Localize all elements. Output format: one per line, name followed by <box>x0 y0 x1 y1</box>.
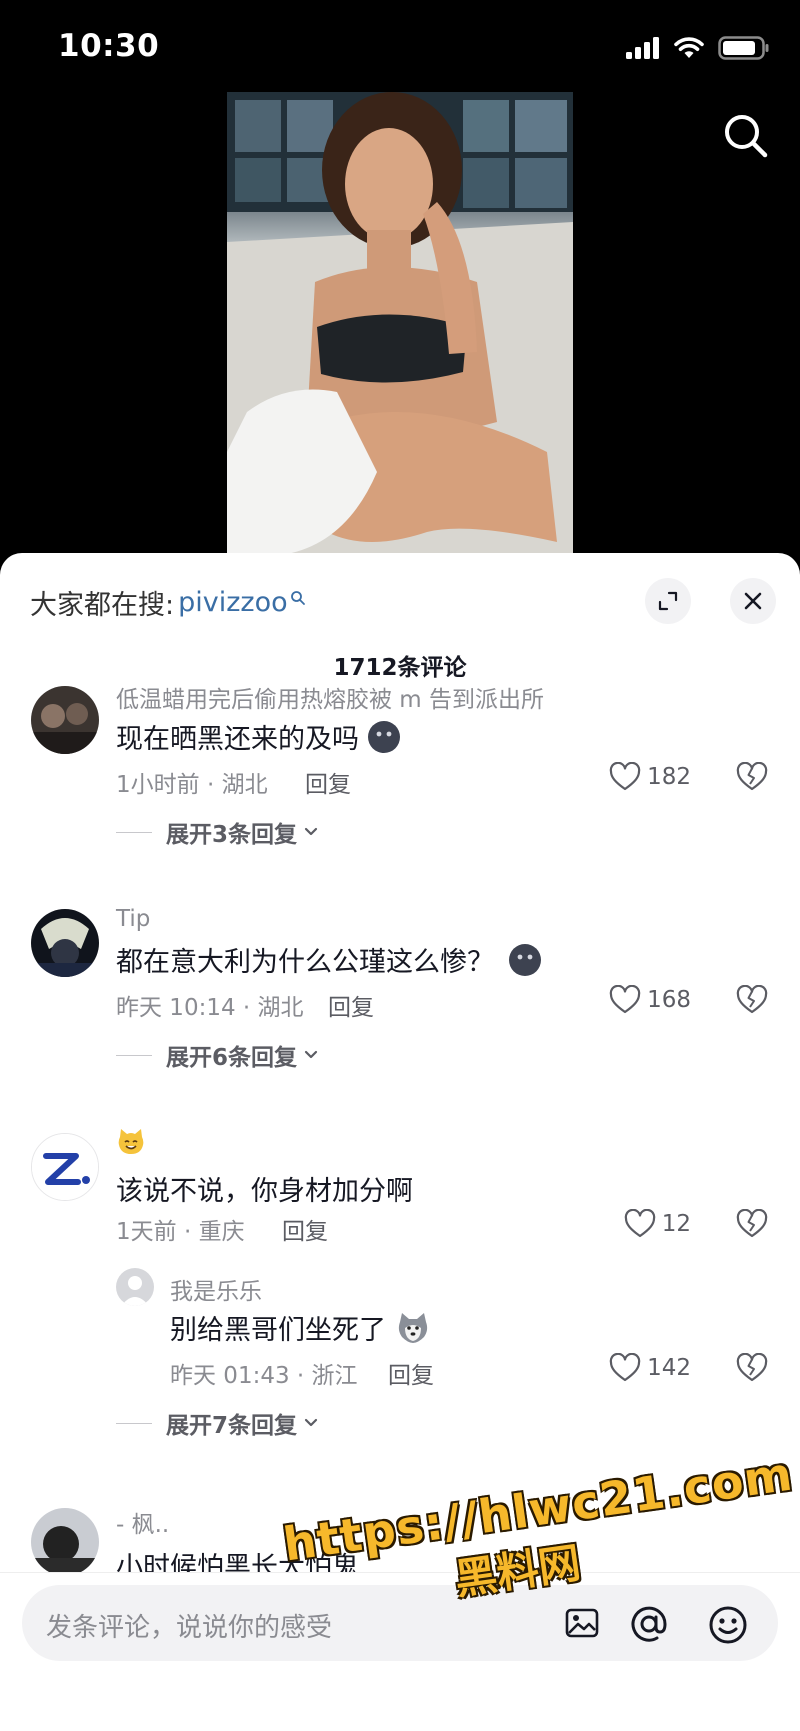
comment-text: 该说不说，你身材加分啊 <box>116 1176 413 1207</box>
dislike-button[interactable] <box>736 761 768 796</box>
heart-icon <box>609 1353 641 1382</box>
close-icon <box>744 592 762 610</box>
reply-text: 别给黑哥们坐死了 <box>170 1308 430 1347</box>
avatar-image <box>31 1508 99 1576</box>
comment-username[interactable]: 😸 <box>116 1127 146 1163</box>
comment-sheet: 大家都在搜: pivizzoo 1712条评论 低温蜡用完后偷用热熔胶被 m 告… <box>0 553 800 1731</box>
dark-face-emoji-icon <box>509 943 541 976</box>
like-count: 12 <box>661 1211 691 1237</box>
dark-face-emoji-icon <box>368 720 400 753</box>
comment-count: 1712条评论 <box>333 655 467 681</box>
expand-replies-label: 展开7条回复 <box>166 1413 298 1439</box>
reply-username[interactable]: 我是乐乐 <box>170 1272 262 1306</box>
at-icon[interactable] <box>630 1605 668 1643</box>
battery-icon <box>718 36 769 60</box>
hot-search[interactable]: 大家都在搜: pivizzoo <box>30 583 306 622</box>
comment-text: 现在晒黑还来的及吗 <box>116 717 401 756</box>
divider-line <box>116 1054 152 1056</box>
smiley-icon[interactable] <box>708 1605 748 1645</box>
signal-icon <box>626 37 659 59</box>
expand-replies-label: 展开3条回复 <box>166 822 298 848</box>
like-button[interactable]: 12 <box>624 1209 691 1239</box>
reply-meta: 昨天 01:43 · 浙江 <box>170 1363 358 1389</box>
comment-username[interactable]: Tip <box>116 906 150 932</box>
reply-text-content: 别给黑哥们坐死了 <box>170 1315 386 1346</box>
comment-username[interactable]: - 枫.. <box>116 1505 169 1539</box>
broken-heart-icon <box>736 984 768 1014</box>
broken-heart-icon <box>736 1352 768 1382</box>
comment-text-content: 现在晒黑还来的及吗 <box>116 724 359 755</box>
cat-face-emoji-icon <box>118 1129 144 1154</box>
avatar-image <box>31 909 99 977</box>
expand-replies-button[interactable]: 展开3条回复 <box>116 815 319 849</box>
comment-meta: 1天前 · 重庆 <box>116 1219 245 1245</box>
wifi-icon <box>674 37 704 58</box>
comment-list[interactable]: 低温蜡用完后偷用热熔胶被 m 告到派出所 现在晒黑还来的及吗 1小时前 · 湖北… <box>0 683 800 1623</box>
default-avatar-icon <box>116 1268 154 1306</box>
like-button[interactable]: 142 <box>609 1353 691 1383</box>
expand-button[interactable] <box>645 578 691 624</box>
chevron-down-icon <box>304 1418 318 1427</box>
expand-replies-button[interactable]: 展开7条回复 <box>116 1406 319 1440</box>
avatar[interactable] <box>31 686 99 754</box>
status-icons <box>626 34 770 62</box>
hot-search-prefix: 大家都在搜: <box>30 590 175 621</box>
hot-search-term[interactable]: pivizzoo <box>178 587 288 618</box>
reply-button[interactable]: 回复 <box>305 765 351 799</box>
avatar[interactable] <box>31 1133 99 1201</box>
search-button[interactable] <box>718 108 774 164</box>
like-count: 182 <box>647 764 691 790</box>
divider-line <box>116 831 152 833</box>
search-icon <box>725 115 768 158</box>
like-count: 168 <box>647 987 691 1013</box>
comment-meta: 1小时前 · 湖北 <box>116 772 268 798</box>
divider-line <box>116 1422 152 1424</box>
like-count: 142 <box>647 1355 691 1381</box>
avatar-image <box>32 1134 98 1200</box>
heart-icon <box>609 985 641 1014</box>
reply-avatar[interactable] <box>116 1268 154 1306</box>
broken-heart-icon <box>736 1208 768 1238</box>
dislike-button[interactable] <box>736 984 768 1019</box>
husky-emoji-icon <box>398 1312 428 1343</box>
avatar[interactable] <box>31 909 99 977</box>
comment-username[interactable]: 低温蜡用完后偷用热熔胶被 m 告到派出所 <box>116 683 544 714</box>
comment-input-bar: 发条评论，说说你的感受 <box>0 1572 800 1731</box>
comment-input-placeholder: 发条评论，说说你的感受 <box>46 1613 333 1643</box>
expand-replies-label: 展开6条回复 <box>166 1045 298 1071</box>
reply-button[interactable]: 回复 <box>282 1212 328 1246</box>
reply-button[interactable]: 回复 <box>328 988 374 1022</box>
like-button[interactable]: 182 <box>609 762 691 792</box>
like-button[interactable]: 168 <box>609 985 691 1015</box>
video-frame-image <box>227 92 573 554</box>
comment-meta: 昨天 10:14 · 湖北 <box>116 995 304 1021</box>
expand-icon <box>658 591 678 611</box>
video-preview[interactable] <box>227 92 573 554</box>
avatar[interactable] <box>31 1508 99 1576</box>
expand-replies-button[interactable]: 展开6条回复 <box>116 1038 319 1072</box>
broken-heart-icon <box>736 761 768 791</box>
avatar-image <box>31 686 99 754</box>
reply-button[interactable]: 回复 <box>388 1356 434 1390</box>
comment-input[interactable]: 发条评论，说说你的感受 <box>22 1585 778 1661</box>
close-button[interactable] <box>730 578 776 624</box>
search-small-icon <box>290 590 305 605</box>
comment-text: 都在意大利为什么公瑾这么惨？ <box>116 940 542 979</box>
comment-text-content: 都在意大利为什么公瑾这么惨？ <box>116 947 494 978</box>
image-icon[interactable] <box>564 1605 600 1641</box>
status-bar: 10:30 <box>0 0 800 92</box>
chevron-down-icon <box>304 827 318 836</box>
dislike-button[interactable] <box>736 1208 768 1243</box>
heart-icon <box>609 762 641 791</box>
chevron-down-icon <box>304 1050 318 1059</box>
status-time: 10:30 <box>58 28 160 64</box>
heart-icon <box>624 1209 655 1238</box>
dislike-button[interactable] <box>736 1352 768 1387</box>
